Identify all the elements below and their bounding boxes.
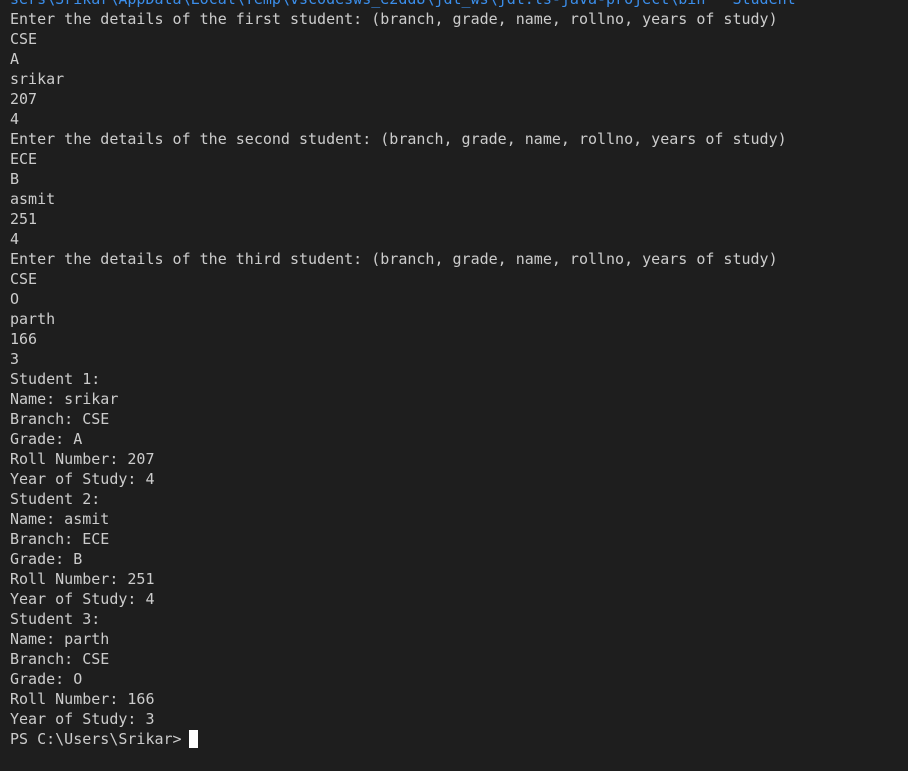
- terminal-prompt-line[interactable]: PS C:\Users\Srikar>: [10, 729, 908, 749]
- text-cursor: [188, 730, 198, 748]
- terminal-prompt: PS C:\Users\Srikar>: [10, 730, 182, 748]
- terminal-window[interactable]: sers\Srikar\AppData\Local\Temp\vscodesws…: [0, 0, 908, 771]
- terminal-line: Grade: O: [10, 670, 83, 688]
- terminal-line: parth: [10, 310, 56, 328]
- terminal-line: Student 1:: [10, 370, 101, 388]
- terminal-line: O: [10, 290, 20, 308]
- terminal-line: 207: [10, 90, 38, 108]
- terminal-line: Branch: ECE: [10, 530, 110, 548]
- terminal-line: srikar: [10, 70, 65, 88]
- terminal-line: 4: [10, 110, 20, 128]
- terminal-line: CSE: [10, 30, 38, 48]
- terminal-line-command-path: sers\Srikar\AppData\Local\Temp\vscodesws…: [10, 0, 908, 9]
- terminal-line: Enter the details of the third student: …: [10, 250, 778, 268]
- terminal-line: Name: parth: [10, 630, 110, 648]
- terminal-line: Student 3:: [10, 610, 101, 628]
- terminal-line: 251: [10, 210, 38, 228]
- terminal-line: B: [10, 170, 20, 188]
- terminal-line: Grade: B: [10, 550, 83, 568]
- terminal-line: 166: [10, 330, 38, 348]
- terminal-line: Year of Study: 4: [10, 470, 155, 488]
- terminal-line: Roll Number: 166: [10, 690, 155, 708]
- terminal-line: A: [10, 50, 20, 68]
- terminal-line: Roll Number: 207: [10, 450, 155, 468]
- terminal-line: 3: [10, 350, 20, 368]
- terminal-line: ECE: [10, 150, 38, 168]
- terminal-line: 4: [10, 230, 20, 248]
- terminal-line: Enter the details of the first student: …: [10, 10, 778, 28]
- terminal-line: Name: srikar: [10, 390, 119, 408]
- terminal-line: Roll Number: 251: [10, 570, 155, 588]
- terminal-line: Grade: A: [10, 430, 83, 448]
- terminal-line: Branch: CSE: [10, 410, 110, 428]
- terminal-line: Enter the details of the second student:…: [10, 130, 787, 148]
- terminal-line: asmit: [10, 190, 56, 208]
- terminal-line: Branch: CSE: [10, 650, 110, 668]
- terminal-output: sers\Srikar\AppData\Local\Temp\vscodesws…: [10, 0, 908, 749]
- terminal-line: CSE: [10, 270, 38, 288]
- terminal-line: Student 2:: [10, 490, 101, 508]
- terminal-line: Year of Study: 3: [10, 710, 155, 728]
- terminal-line: Year of Study: 4: [10, 590, 155, 608]
- terminal-line: Name: asmit: [10, 510, 110, 528]
